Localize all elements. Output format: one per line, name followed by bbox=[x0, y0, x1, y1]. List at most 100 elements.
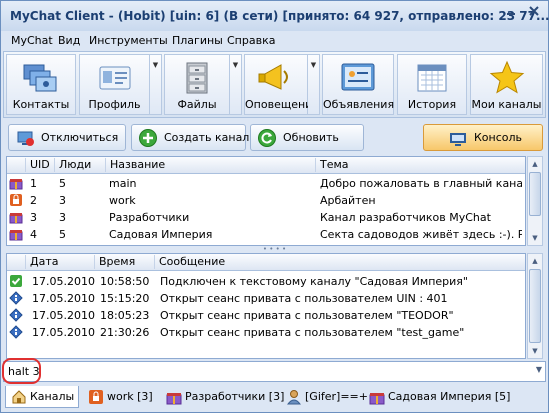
col-name[interactable]: Название bbox=[105, 158, 165, 172]
title-bar[interactable]: MyChat Client - (Hobit) [uin: 6] (В сети… bbox=[1, 1, 549, 31]
contacts-icon bbox=[23, 64, 57, 92]
list-item[interactable]: 17.05.2010 10:58:50 Подключен к текстово… bbox=[7, 274, 525, 289]
minimize-icon bbox=[507, 13, 515, 15]
channels-table: UID Люди Название Тема 1 5 main Добро по… bbox=[6, 156, 526, 246]
row-uid: 4 bbox=[30, 228, 37, 241]
lock-icon bbox=[10, 194, 22, 206]
col-message[interactable]: Сообщение bbox=[154, 255, 225, 269]
alerts-dropdown[interactable]: ▼ bbox=[308, 54, 320, 115]
list-item[interactable]: 17.05.2010 15:15:20 Открыт сеанс привата… bbox=[7, 291, 525, 306]
table-row[interactable]: 4 5 Садовая Империя Секта садоводов живё… bbox=[7, 227, 525, 242]
log-date: 17.05.2010 bbox=[32, 326, 95, 339]
announcements-label: Объявления bbox=[323, 98, 395, 111]
menu-mychat[interactable]: MyChat bbox=[11, 34, 53, 47]
tab-channels[interactable]: Каналы bbox=[5, 386, 79, 408]
console-input-box[interactable]: ▼ bbox=[3, 361, 546, 382]
row-name: Разработчики bbox=[109, 211, 190, 224]
refresh-button[interactable]: Обновить bbox=[250, 124, 364, 151]
table-row[interactable]: 2 3 work Арбайтен bbox=[7, 193, 525, 208]
tab-label: work [3] bbox=[107, 390, 153, 403]
channel-tabs: Каналы work [3] Разработчики [3] [Gifer]… bbox=[1, 384, 548, 412]
info-diamond-icon bbox=[9, 291, 23, 305]
megaphone-icon bbox=[258, 64, 288, 90]
log-scrollbar[interactable]: ▲ ▼ bbox=[527, 253, 543, 359]
row-people: 5 bbox=[59, 177, 66, 190]
history-dropdown-icon[interactable]: ▼ bbox=[536, 365, 542, 374]
announcement-board-icon bbox=[341, 63, 375, 91]
log-time: 18:05:23 bbox=[100, 309, 150, 322]
tab-private-gifer[interactable]: [Gifer]==+ bbox=[281, 386, 368, 408]
files-button[interactable]: Файлы bbox=[164, 54, 230, 115]
col-uid[interactable]: UID bbox=[25, 158, 50, 172]
disconnect-icon bbox=[17, 131, 34, 146]
menu-view[interactable]: Вид bbox=[58, 34, 80, 47]
row-topic: Секта садоводов живёт здесь :-). Ра... bbox=[320, 228, 522, 241]
console-button[interactable]: Консоль bbox=[423, 124, 543, 151]
log-message: Открыт сеанс привата с пользователем "TE… bbox=[160, 309, 454, 322]
log-message: Открыт сеанс привата с пользователем "te… bbox=[160, 326, 465, 339]
refresh-label: Обновить bbox=[283, 131, 339, 144]
info-diamond-icon bbox=[9, 325, 23, 339]
user-icon bbox=[286, 390, 302, 405]
log-header: Дата Время Сообщение bbox=[7, 254, 525, 271]
menu-bar: MyChat Вид Инструменты Плагины Справка bbox=[1, 31, 548, 50]
tab-work[interactable]: work [3] bbox=[83, 386, 153, 408]
row-topic: Арбайтен bbox=[320, 194, 376, 207]
row-uid: 3 bbox=[30, 211, 37, 224]
refresh-icon bbox=[258, 129, 276, 147]
row-name: Садовая Империя bbox=[109, 228, 213, 241]
scroll-thumb[interactable] bbox=[529, 269, 541, 343]
alerts-button[interactable]: Оповещения bbox=[244, 54, 319, 115]
col-time[interactable]: Время bbox=[94, 255, 135, 269]
list-item[interactable]: 17.05.2010 21:30:26 Открыт сеанс привата… bbox=[7, 325, 525, 340]
files-dropdown[interactable]: ▼ bbox=[230, 54, 242, 115]
chevron-down-icon: ▼ bbox=[152, 61, 159, 69]
close-button[interactable] bbox=[523, 5, 545, 25]
channel-toolbar: Отключиться Создать канал Обновить Консо… bbox=[3, 121, 546, 153]
history-button[interactable]: История bbox=[397, 54, 467, 115]
gift-icon bbox=[9, 230, 23, 241]
list-item[interactable]: 17.05.2010 18:05:23 Открыт сеанс привата… bbox=[7, 308, 525, 323]
col-date[interactable]: Дата bbox=[25, 255, 58, 269]
tab-garden-empire[interactable]: Садовая Империя [5] bbox=[364, 386, 510, 408]
console-input[interactable] bbox=[8, 363, 508, 380]
main-ribbon: Контакты Профиль ▼ Файлы ▼ Оповещения ▼ … bbox=[3, 51, 546, 118]
menu-help[interactable]: Справка bbox=[227, 34, 275, 47]
row-name: work bbox=[109, 194, 136, 207]
minimize-button[interactable] bbox=[500, 5, 522, 25]
scroll-down-icon[interactable]: ▼ bbox=[528, 344, 542, 358]
log-time: 10:58:50 bbox=[100, 275, 150, 288]
log-table: Дата Время Сообщение 17.05.2010 10:58:50… bbox=[6, 253, 526, 359]
scroll-thumb[interactable] bbox=[529, 172, 541, 216]
scroll-up-icon[interactable]: ▲ bbox=[528, 254, 542, 268]
scroll-down-icon[interactable]: ▼ bbox=[528, 231, 542, 245]
check-icon bbox=[10, 275, 22, 287]
log-date: 17.05.2010 bbox=[32, 292, 95, 305]
profile-button[interactable]: Профиль bbox=[79, 54, 150, 115]
announcements-button[interactable]: Объявления bbox=[322, 54, 394, 115]
my-channels-button[interactable]: Мои каналы bbox=[470, 54, 543, 115]
home-icon bbox=[12, 390, 26, 404]
create-channel-button[interactable]: Создать канал bbox=[131, 124, 249, 151]
pane-splitter[interactable]: • • • • bbox=[6, 246, 543, 253]
table-row[interactable]: 3 3 Разработчики Канал разработчиков MyC… bbox=[7, 210, 525, 225]
col-topic[interactable]: Тема bbox=[315, 158, 349, 172]
input-highlight bbox=[2, 358, 41, 384]
channels-scrollbar[interactable]: ▲ ▼ bbox=[527, 156, 543, 246]
profile-dropdown[interactable]: ▼ bbox=[150, 54, 162, 115]
menu-tools[interactable]: Инструменты bbox=[89, 34, 168, 47]
menu-plugins[interactable]: Плагины bbox=[172, 34, 223, 47]
gift-icon bbox=[9, 179, 23, 190]
contacts-button[interactable]: Контакты bbox=[6, 54, 76, 115]
log-time: 21:30:26 bbox=[100, 326, 150, 339]
scroll-up-icon[interactable]: ▲ bbox=[528, 157, 542, 171]
gift-icon bbox=[9, 213, 23, 224]
col-people[interactable]: Люди bbox=[54, 158, 91, 172]
app-window: MyChat Client - (Hobit) [uin: 6] (В сети… bbox=[0, 0, 549, 413]
row-topic: Канал разработчиков MyChat bbox=[320, 211, 491, 224]
tab-developers[interactable]: Разработчики [3] bbox=[161, 386, 284, 408]
table-row[interactable]: 1 5 main Добро пожаловать в главный кана… bbox=[7, 176, 525, 191]
gift-icon bbox=[369, 393, 385, 405]
row-uid: 1 bbox=[30, 177, 37, 190]
disconnect-button[interactable]: Отключиться bbox=[8, 124, 126, 151]
